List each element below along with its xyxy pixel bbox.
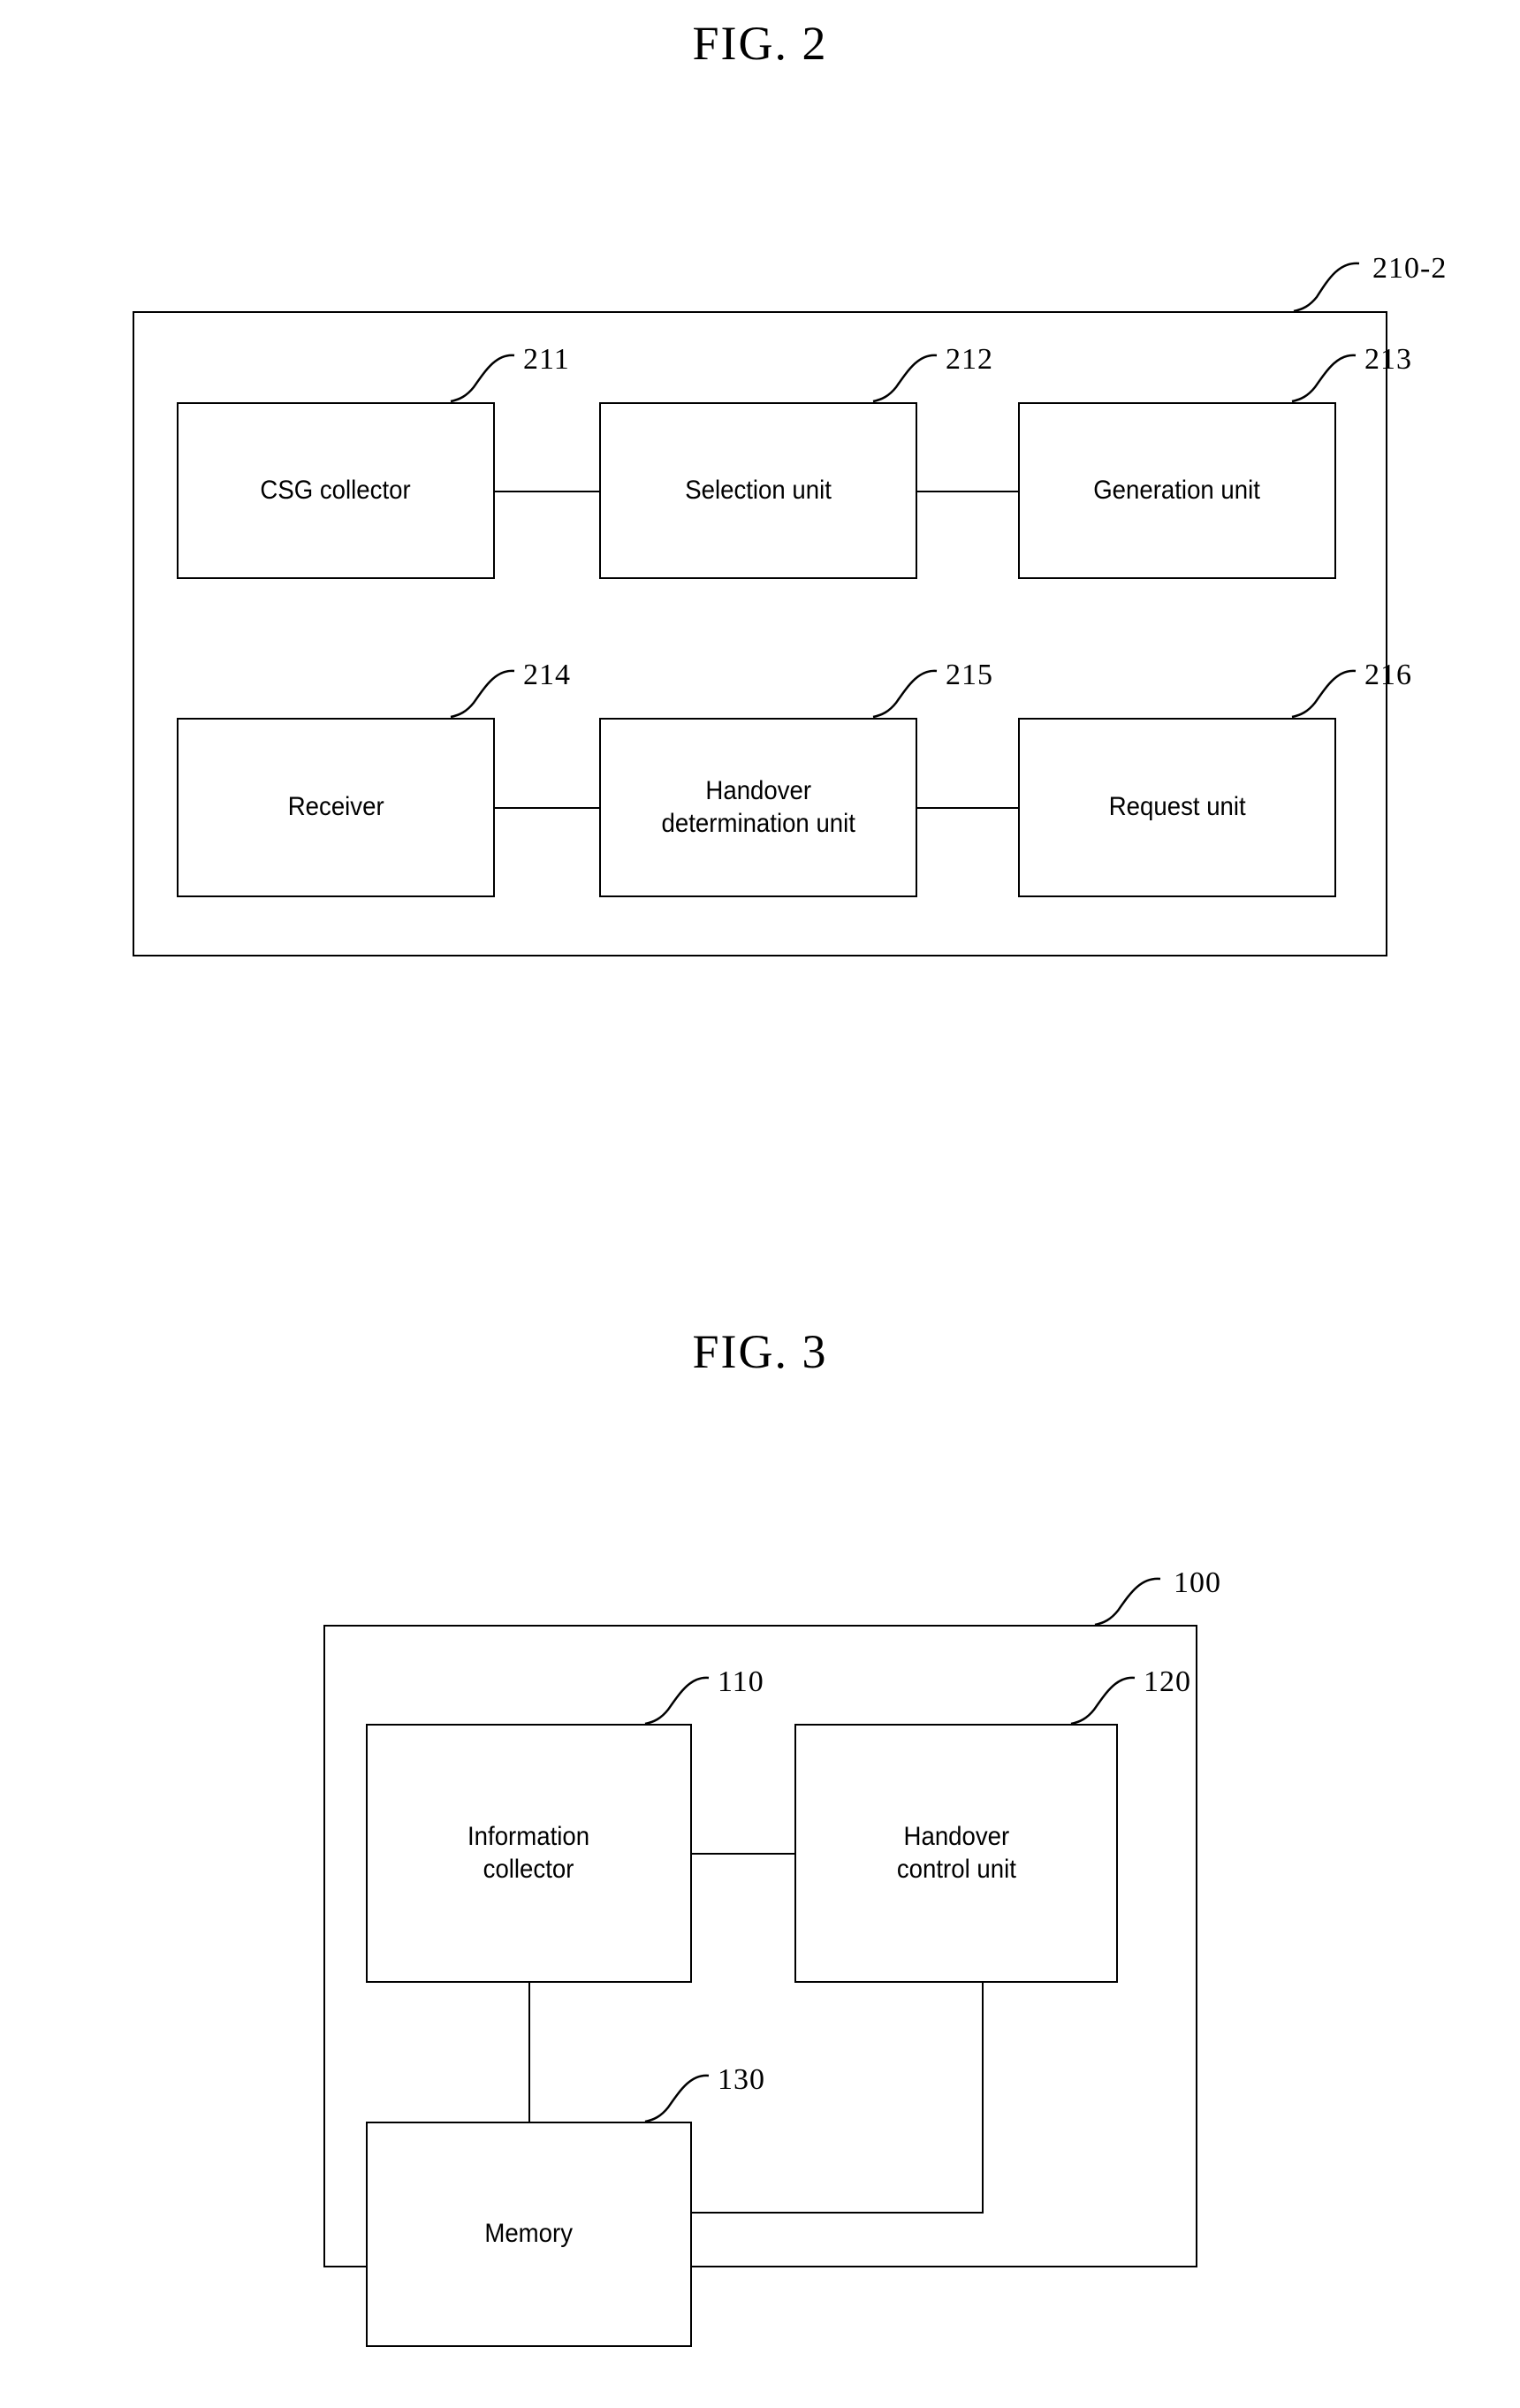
unit-box-selection-unit[interactable]: Selection unit <box>599 402 917 579</box>
unit-box-csg-collector[interactable]: CSG collector <box>177 402 495 579</box>
connector-csg-collector-to-selection-unit <box>495 491 599 492</box>
connector-selection-unit-to-generation-unit <box>917 491 1018 492</box>
connector-memory-to-handover-control-unit-horizontal <box>692 2212 982 2214</box>
unit-label-memory: Memory <box>484 2219 574 2249</box>
connector-information-collector-to-handover-control-unit <box>692 1853 794 1855</box>
figure-2-title: FIG. 2 <box>692 17 828 70</box>
unit-label-information-collector: Information collector <box>467 1821 590 1884</box>
ref-numeral-210-2: 210-2 <box>1372 252 1448 285</box>
unit-label-selection-unit: Selection unit <box>685 475 832 505</box>
leader-line-100 <box>1094 1577 1161 1627</box>
unit-label-receiver: Receiver <box>287 792 384 822</box>
unit-box-handover-determination-unit[interactable]: Handover determination unit <box>599 718 917 897</box>
unit-label-csg-collector: CSG collector <box>260 475 412 505</box>
ref-numeral-214: 214 <box>523 659 571 691</box>
ref-numeral-110: 110 <box>718 1665 764 1698</box>
unit-box-information-collector[interactable]: Information collector <box>366 1724 692 1983</box>
patent-figure-sheet: FIG. 2 210-2 CSG collector 211 Selection… <box>0 0 1520 2408</box>
unit-label-handover-control-unit: Handover control unit <box>896 1821 1016 1884</box>
ref-numeral-215: 215 <box>946 659 993 691</box>
figure-3-title: FIG. 3 <box>692 1325 828 1378</box>
leader-line-210-2 <box>1293 262 1360 313</box>
ref-numeral-130: 130 <box>718 2063 765 2096</box>
unit-label-handover-determination-unit: Handover determination unit <box>661 775 855 838</box>
connector-memory-to-handover-control-unit-vertical <box>982 1983 984 2214</box>
unit-label-generation-unit: Generation unit <box>1093 475 1261 505</box>
unit-label-request-unit: Request unit <box>1108 792 1246 822</box>
ref-numeral-216: 216 <box>1364 659 1412 691</box>
connector-handover-determination-unit-to-request-unit <box>917 807 1018 809</box>
unit-box-request-unit[interactable]: Request unit <box>1018 718 1336 897</box>
unit-box-generation-unit[interactable]: Generation unit <box>1018 402 1336 579</box>
ref-numeral-100: 100 <box>1174 1566 1221 1599</box>
ref-numeral-213: 213 <box>1364 343 1412 376</box>
connector-receiver-to-handover-determination-unit <box>495 807 599 809</box>
connector-information-collector-to-memory <box>528 1983 530 2122</box>
unit-box-receiver[interactable]: Receiver <box>177 718 495 897</box>
unit-box-memory[interactable]: Memory <box>366 2122 692 2347</box>
unit-box-handover-control-unit[interactable]: Handover control unit <box>794 1724 1118 1983</box>
ref-numeral-211: 211 <box>523 343 570 376</box>
ref-numeral-120: 120 <box>1144 1665 1191 1698</box>
ref-numeral-212: 212 <box>946 343 993 376</box>
